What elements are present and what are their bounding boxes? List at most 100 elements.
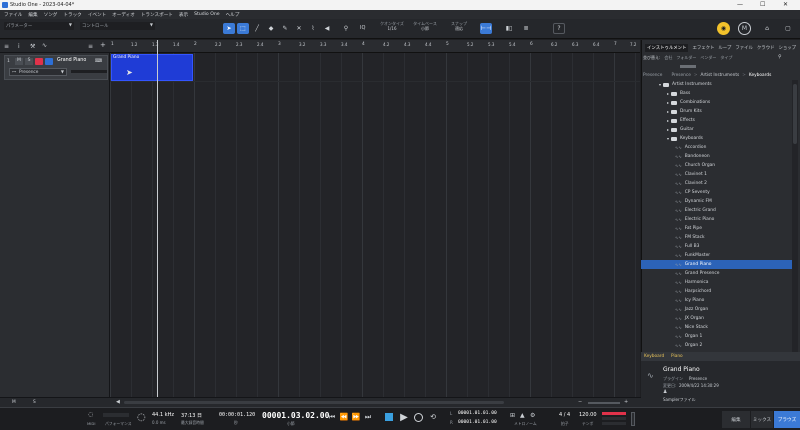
record-arm-button[interactable] — [35, 58, 43, 65]
menu-file[interactable]: ファイル — [4, 12, 22, 18]
solo-button[interactable]: S — [25, 58, 33, 65]
scroll-thumb[interactable] — [793, 84, 797, 144]
tree-preset[interactable]: ∿∿ Organ 1 — [641, 332, 793, 341]
parameter-select[interactable]: パラメーター ▼ — [4, 22, 74, 30]
tree-preset[interactable]: ∿∿ Full B3 — [641, 242, 793, 251]
chevron-icon[interactable]: ▸ — [667, 118, 669, 123]
chevron-icon[interactable]: ▾ — [667, 136, 669, 141]
quantize-select[interactable]: クオンタイズ 1/16 — [377, 21, 407, 31]
paint-tool-icon[interactable]: ✎ — [279, 23, 291, 34]
tree-folder[interactable]: ▾ Artist Instruments — [641, 80, 793, 89]
tree-preset[interactable]: ∿∿ Jazz Organ — [641, 305, 793, 314]
snap-select[interactable]: スナップ 適応 — [444, 21, 474, 31]
time-secondary[interactable]: 00:00:01.120 — [219, 412, 255, 418]
tree-preset[interactable]: ∿∿ Nice Stack — [641, 323, 793, 332]
search-icon[interactable]: ⚲ — [778, 54, 782, 60]
tree-folder[interactable]: ▾ Keyboards — [641, 134, 793, 143]
tag-piano[interactable]: Piano — [671, 354, 683, 359]
global-solo-button[interactable]: S — [33, 400, 36, 405]
track-name[interactable]: Grand Piano — [57, 58, 86, 63]
scroll-left-icon[interactable]: ◀ — [116, 399, 120, 405]
close-button[interactable]: ✕ — [783, 1, 788, 8]
tree-preset[interactable]: ∿∿ Icy Piano — [641, 296, 793, 305]
tree-preset[interactable]: ∿∿ Fat Pipe — [641, 224, 793, 233]
prev-marker-icon[interactable]: ⏮ — [327, 412, 337, 422]
automation-icon[interactable]: ∿ — [42, 42, 47, 49]
play-icon[interactable]: ▶ — [398, 411, 410, 423]
tree-preset[interactable]: ∿∿ Bandoneon — [641, 152, 793, 161]
tab-browse[interactable]: ブラウズ — [774, 411, 800, 428]
loop-icon[interactable]: ⟲ — [428, 412, 438, 422]
add-track-icon[interactable]: + — [100, 41, 106, 49]
zoom-slider[interactable] — [588, 402, 620, 404]
master-volume-slider[interactable] — [631, 412, 635, 426]
breadcrumb-item[interactable]: Keyboards — [749, 73, 771, 78]
menu-event[interactable]: イベント — [88, 12, 106, 18]
sort-company[interactable]: 会社 — [664, 55, 672, 61]
inspector-icon[interactable]: i — [18, 43, 20, 50]
menu-song[interactable]: ソング — [44, 12, 58, 18]
zoom-icon[interactable]: ⚲ — [340, 23, 352, 34]
chevron-icon[interactable]: ▸ — [667, 109, 669, 114]
volume-meter[interactable] — [71, 70, 107, 73]
iq-button[interactable]: IQ — [360, 25, 365, 31]
arrow-tool-icon[interactable]: ➤ — [223, 23, 235, 34]
time-signature[interactable]: 4 / 4 — [559, 412, 570, 418]
tree-preset[interactable]: ∿∿ Electric Grand — [641, 206, 793, 215]
forward-icon[interactable]: ⏩ — [351, 412, 361, 422]
listen-tool-icon[interactable]: ◀ — [321, 23, 333, 34]
tab-files[interactable]: ファイル — [735, 45, 753, 51]
mute-tool-icon[interactable]: ✕ — [293, 23, 305, 34]
browser-scrollbar[interactable] — [792, 80, 798, 352]
tempo[interactable]: 120.00 — [579, 412, 597, 418]
breadcrumb-item[interactable]: Presence — [671, 73, 690, 78]
loop-start[interactable]: 00001.01.01.00 — [458, 411, 497, 416]
timeline-ruler[interactable]: 1 1.2 1.3 1.4 2 2.2 2.3 2.4 3 3.2 3.3 3.… — [110, 40, 640, 53]
sort-vendor[interactable]: ベンダー — [700, 55, 716, 61]
instrument-select[interactable]: ⊶ Presence ▼ — [9, 68, 67, 76]
menu-help[interactable]: ヘルプ — [226, 12, 240, 18]
loop-end[interactable]: 00001.01.01.00 — [458, 420, 497, 425]
split-view-icon[interactable]: ▮▯ — [503, 23, 515, 34]
tab-edit[interactable]: 編集 — [722, 411, 750, 428]
breadcrumb-root[interactable]: Presence — [643, 73, 662, 78]
next-marker-icon[interactable]: ⏭ — [363, 412, 373, 422]
wrench-icon[interactable]: ⚒ — [30, 43, 35, 50]
metronome-settings-icon[interactable]: ⚙ — [530, 412, 535, 419]
record-icon[interactable] — [414, 413, 423, 422]
chevron-icon[interactable]: ▾ — [659, 82, 661, 87]
tree-folder[interactable]: ▸ Effects — [641, 116, 793, 125]
split-tool-icon[interactable]: ╱ — [251, 23, 263, 34]
tree-preset[interactable]: ∿∿ Accordion — [641, 143, 793, 152]
sort-folder[interactable]: フォルダー — [676, 55, 696, 61]
tree-folder[interactable]: ▸ Bass — [641, 89, 793, 98]
breadcrumb-item[interactable]: Artist Instruments — [701, 73, 740, 78]
menu-edit[interactable]: 編集 — [28, 12, 37, 18]
tab-mix[interactable]: ミックス — [751, 411, 773, 428]
menu-view[interactable]: 表示 — [179, 12, 188, 18]
help-button[interactable]: ? — [553, 23, 565, 34]
instrument-clip[interactable]: Grand Piano — [111, 54, 193, 81]
tree-preset[interactable]: ∿∿ FunkMaster — [641, 251, 793, 260]
playhead[interactable] — [157, 40, 158, 397]
control-select[interactable]: コントロール ▼ — [80, 22, 155, 30]
menu-track[interactable]: トラック — [63, 12, 81, 18]
rewind-icon[interactable]: ⏪ — [339, 412, 349, 422]
tree-preset[interactable]: ∿∿ Clavinet 1 — [641, 170, 793, 179]
tree-folder[interactable]: ▸ Combinations — [641, 98, 793, 107]
tab-loops[interactable]: ループ — [718, 45, 731, 51]
metronome-icon[interactable]: ▲ — [520, 412, 525, 419]
tree-preset[interactable]: ∿∿ Electric Piano — [641, 215, 793, 224]
home-icon[interactable]: ⌂ — [761, 23, 773, 34]
menu-studio-one[interactable]: Studio One — [194, 12, 219, 17]
list-icon[interactable]: ≡ — [88, 43, 93, 50]
tree-folder[interactable]: ▸ Drum Kits — [641, 107, 793, 116]
menu-audio[interactable]: オーディオ — [112, 12, 135, 18]
range-tool-icon[interactable]: ⬚ — [237, 23, 249, 34]
tree-preset[interactable]: ∿∿ Harmonica — [641, 278, 793, 287]
chevron-icon[interactable]: ▸ — [667, 100, 669, 105]
mute-button[interactable]: M — [15, 58, 23, 65]
snap-toggle-icon[interactable]: ⊢⊣ — [480, 23, 492, 34]
global-mute-button[interactable]: M — [12, 400, 16, 405]
tree-preset[interactable]: ∿∿ Dynamic FM — [641, 197, 793, 206]
